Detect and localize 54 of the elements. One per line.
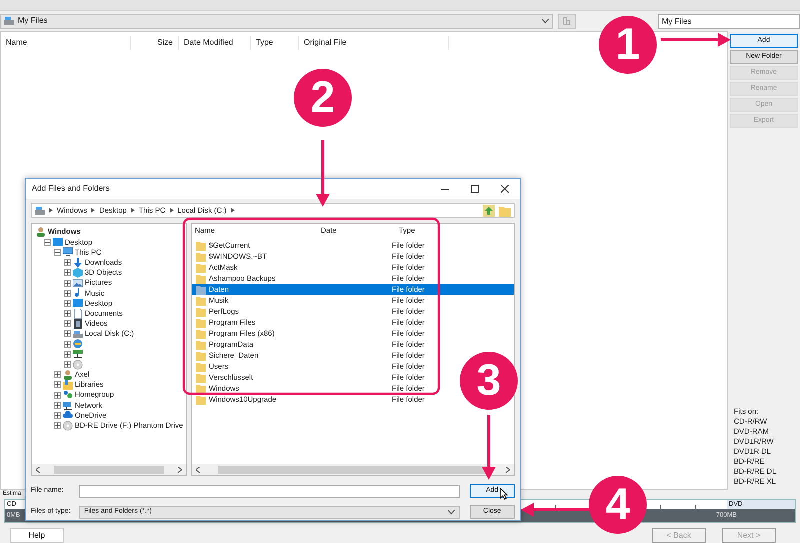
network-drive-icon (73, 349, 83, 360)
chevron-icon (230, 208, 235, 213)
caret-icon (448, 510, 455, 514)
user-icon (36, 227, 46, 238)
computer-icon (63, 247, 73, 258)
arrow (661, 33, 731, 47)
horizontal-scrollbar[interactable] (32, 464, 186, 475)
image-icon (73, 278, 83, 288)
column-header[interactable]: Original File (299, 36, 449, 50)
dialog-title: Add Files and Folders (32, 183, 111, 195)
network-icon (63, 400, 73, 410)
close-icon[interactable] (501, 185, 509, 193)
scroll-left-icon[interactable] (196, 466, 200, 472)
document-icon (73, 308, 83, 319)
horizontal-scrollbar[interactable] (192, 464, 514, 475)
folder-up-icon (563, 17, 571, 25)
column-header[interactable]: Name (1, 36, 131, 50)
user-icon (63, 370, 73, 380)
column-header[interactable]: Size (131, 36, 179, 50)
scroll-right-icon[interactable] (178, 466, 182, 472)
column-header[interactable]: Date Modified (179, 36, 251, 50)
drive-icon (35, 206, 45, 214)
footer-button[interactable]: Help (10, 528, 64, 543)
arrow (316, 140, 330, 207)
disc-icon (63, 420, 73, 431)
monitor-icon (73, 298, 83, 308)
homegroup-icon (63, 390, 73, 400)
arrow (521, 503, 592, 517)
globe-icon (73, 339, 83, 350)
arrow (482, 415, 496, 480)
up-arrow-icon[interactable] (483, 204, 495, 216)
drive-icon (4, 17, 14, 25)
file-name-field[interactable] (79, 484, 460, 498)
caret-icon (542, 18, 549, 24)
monitor-icon (53, 237, 63, 248)
column-header[interactable]: Type (251, 36, 299, 50)
folder-up-button[interactable] (558, 14, 576, 28)
disc-icon (73, 360, 83, 370)
scroll-left-icon[interactable] (36, 466, 40, 472)
maximize-icon[interactable] (471, 185, 479, 193)
film-icon (73, 318, 83, 329)
scroll-right-icon[interactable] (506, 466, 510, 472)
cube-icon (73, 268, 83, 278)
cursor-icon (500, 488, 508, 500)
name-field[interactable]: My Files (658, 14, 800, 28)
chevron-icon (49, 208, 53, 213)
cloud-icon (63, 410, 73, 420)
hard-drive-icon (73, 328, 83, 339)
path-dropdown[interactable]: My Files (0, 14, 553, 28)
chevron-icon (91, 208, 96, 213)
library-icon (63, 380, 73, 390)
download-arrow-icon (73, 258, 83, 268)
chevron-icon (170, 208, 174, 213)
chevron-icon (130, 208, 135, 213)
